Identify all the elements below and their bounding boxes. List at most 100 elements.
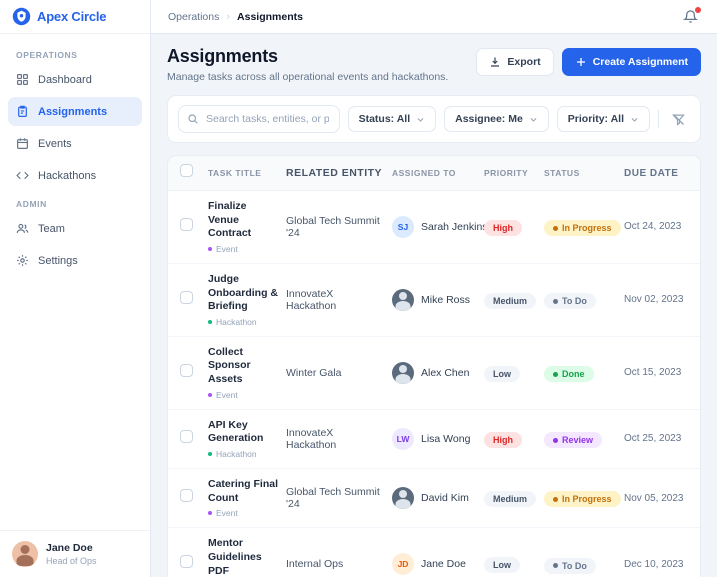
- user-name: Jane Doe: [46, 542, 93, 554]
- status-dot-icon: [553, 496, 558, 502]
- sidebar-item-dashboard[interactable]: Dashboard: [8, 65, 142, 94]
- tag-label: Event: [216, 389, 238, 400]
- search-icon: [188, 114, 198, 124]
- assignee-cell: Alex Chen: [392, 361, 484, 384]
- assignee-name: Mike Ross: [421, 293, 471, 306]
- tag-dot-icon: [208, 246, 212, 251]
- status-badge: Review: [544, 432, 603, 449]
- assignee-name: Sarah Jenkins: [421, 220, 488, 233]
- row-checkbox[interactable]: [180, 555, 193, 569]
- priority-badge: Low: [484, 365, 520, 382]
- task-title: Catering Final Count: [208, 478, 279, 504]
- clipboard-icon: [16, 105, 29, 118]
- shield-logo-icon: [12, 7, 31, 26]
- sidebar-item-events[interactable]: Events: [8, 129, 142, 158]
- related-entity: InnovateX Hackathon: [286, 426, 337, 451]
- content: Assignments Manage tasks across all oper…: [151, 34, 717, 577]
- table-row: Mentor Guidelines PDF Hackathon Internal…: [168, 528, 700, 577]
- status-label: Review: [562, 435, 594, 446]
- calendar-icon: [16, 137, 29, 150]
- plus-icon: [575, 56, 587, 68]
- related-entity: InnovateX Hackathon: [286, 287, 337, 312]
- sidebar-item-label: Events: [38, 137, 72, 150]
- table-row: Catering Final Count Event Global Tech S…: [168, 469, 700, 529]
- user-role: Head of Ops: [46, 556, 97, 566]
- sidebar-nav: OPERATIONS Dashboard Assignments Events …: [0, 34, 150, 530]
- assignee-name: Alex Chen: [421, 366, 470, 379]
- assignee-cell: JD Jane Doe: [392, 553, 484, 576]
- tag-dot-icon: [208, 511, 212, 516]
- breadcrumb-page: Assignments: [237, 10, 303, 23]
- assignee-cell: LW Lisa Wong: [392, 427, 484, 450]
- sidebar-item-label: Team: [38, 222, 65, 235]
- priority-filter-dropdown[interactable]: Priority: All: [556, 106, 650, 132]
- export-button[interactable]: Export: [476, 48, 554, 76]
- assignee-filter-label: Assignee: Me: [455, 113, 523, 125]
- gear-icon: [16, 254, 29, 267]
- divider: [658, 110, 659, 128]
- select-all-checkbox[interactable]: [180, 164, 193, 177]
- breadcrumb-section[interactable]: Operations: [168, 11, 219, 23]
- status-dot-icon: [553, 437, 558, 443]
- chevron-down-icon: [417, 117, 424, 122]
- avatar: [12, 541, 38, 567]
- row-checkbox[interactable]: [180, 429, 193, 443]
- page-subtitle: Manage tasks across all operational even…: [167, 71, 449, 83]
- status-label: To Do: [562, 560, 587, 571]
- notifications-button[interactable]: [681, 7, 701, 26]
- related-entity: Winter Gala: [286, 366, 342, 379]
- table-row: Collect Sponsor Assets Event Winter Gala…: [168, 336, 700, 410]
- task-title: Mentor Guidelines PDF: [208, 537, 262, 577]
- table-row: Finalize Venue Contract Event Global Tec…: [168, 191, 700, 264]
- export-label: Export: [507, 56, 541, 68]
- page-header: Assignments Manage tasks across all oper…: [167, 46, 701, 83]
- due-date: Oct 25, 2023: [624, 433, 682, 445]
- clear-filters-button[interactable]: [667, 110, 690, 129]
- due-date: Nov 05, 2023: [624, 492, 684, 504]
- status-dot-icon: [553, 371, 558, 377]
- tag-dot-icon: [208, 392, 212, 397]
- sidebar-item-label: Hackathons: [38, 169, 97, 182]
- table-header-row: Task Title Related Entity Assigned To Pr…: [168, 156, 700, 191]
- column-header-related-entity: Related Entity: [286, 167, 383, 179]
- create-assignment-button[interactable]: Create Assignment: [561, 48, 701, 76]
- status-filter-label: Status: All: [358, 113, 411, 125]
- create-label: Create Assignment: [592, 56, 688, 68]
- assignee-filter-dropdown[interactable]: Assignee: Me: [444, 106, 549, 132]
- row-checkbox[interactable]: [180, 290, 193, 304]
- row-checkbox[interactable]: [180, 363, 193, 377]
- status-dot-icon: [553, 298, 558, 304]
- row-checkbox[interactable]: [180, 217, 193, 231]
- sidebar-item-assignments[interactable]: Assignments: [8, 97, 142, 126]
- dashboard-grid-icon: [16, 73, 29, 86]
- sidebar: Apex Circle OPERATIONS Dashboard Assignm…: [0, 0, 151, 577]
- tag-label: Event: [216, 243, 238, 254]
- user-profile[interactable]: Jane Doe Head of Ops: [0, 530, 150, 577]
- row-checkbox[interactable]: [180, 489, 193, 503]
- sidebar-item-hackathons[interactable]: Hackathons: [8, 161, 142, 190]
- tag-dot-icon: [208, 319, 212, 324]
- avatar: JD: [392, 553, 414, 576]
- sidebar-item-settings[interactable]: Settings: [8, 246, 142, 275]
- page-title: Assignments: [167, 46, 278, 66]
- due-date: Oct 24, 2023: [624, 221, 682, 233]
- chevron-down-icon: [631, 117, 638, 122]
- assignments-table: Task Title Related Entity Assigned To Pr…: [167, 155, 701, 577]
- column-header-assigned-to: Assigned To: [392, 168, 456, 178]
- status-filter-dropdown[interactable]: Status: All: [347, 106, 437, 132]
- column-header-priority: Priority: [484, 168, 529, 178]
- filter-off-icon: [672, 113, 685, 126]
- assignee-name: Jane Doe: [421, 558, 466, 571]
- priority-filter-label: Priority: All: [567, 113, 624, 125]
- download-icon: [489, 56, 501, 68]
- search-input[interactable]: [178, 105, 340, 133]
- column-header-task-title: Task Title: [208, 168, 262, 178]
- table-row: Judge Onboarding & Briefing Hackathon In…: [168, 263, 700, 337]
- avatar: SJ: [392, 215, 414, 238]
- sidebar-item-label: Dashboard: [38, 73, 92, 86]
- status-label: Done: [562, 369, 585, 380]
- priority-badge: High: [484, 219, 522, 236]
- priority-badge: Low: [484, 557, 520, 574]
- sidebar-item-team[interactable]: Team: [8, 214, 142, 243]
- nav-section-label: OPERATIONS: [16, 50, 78, 60]
